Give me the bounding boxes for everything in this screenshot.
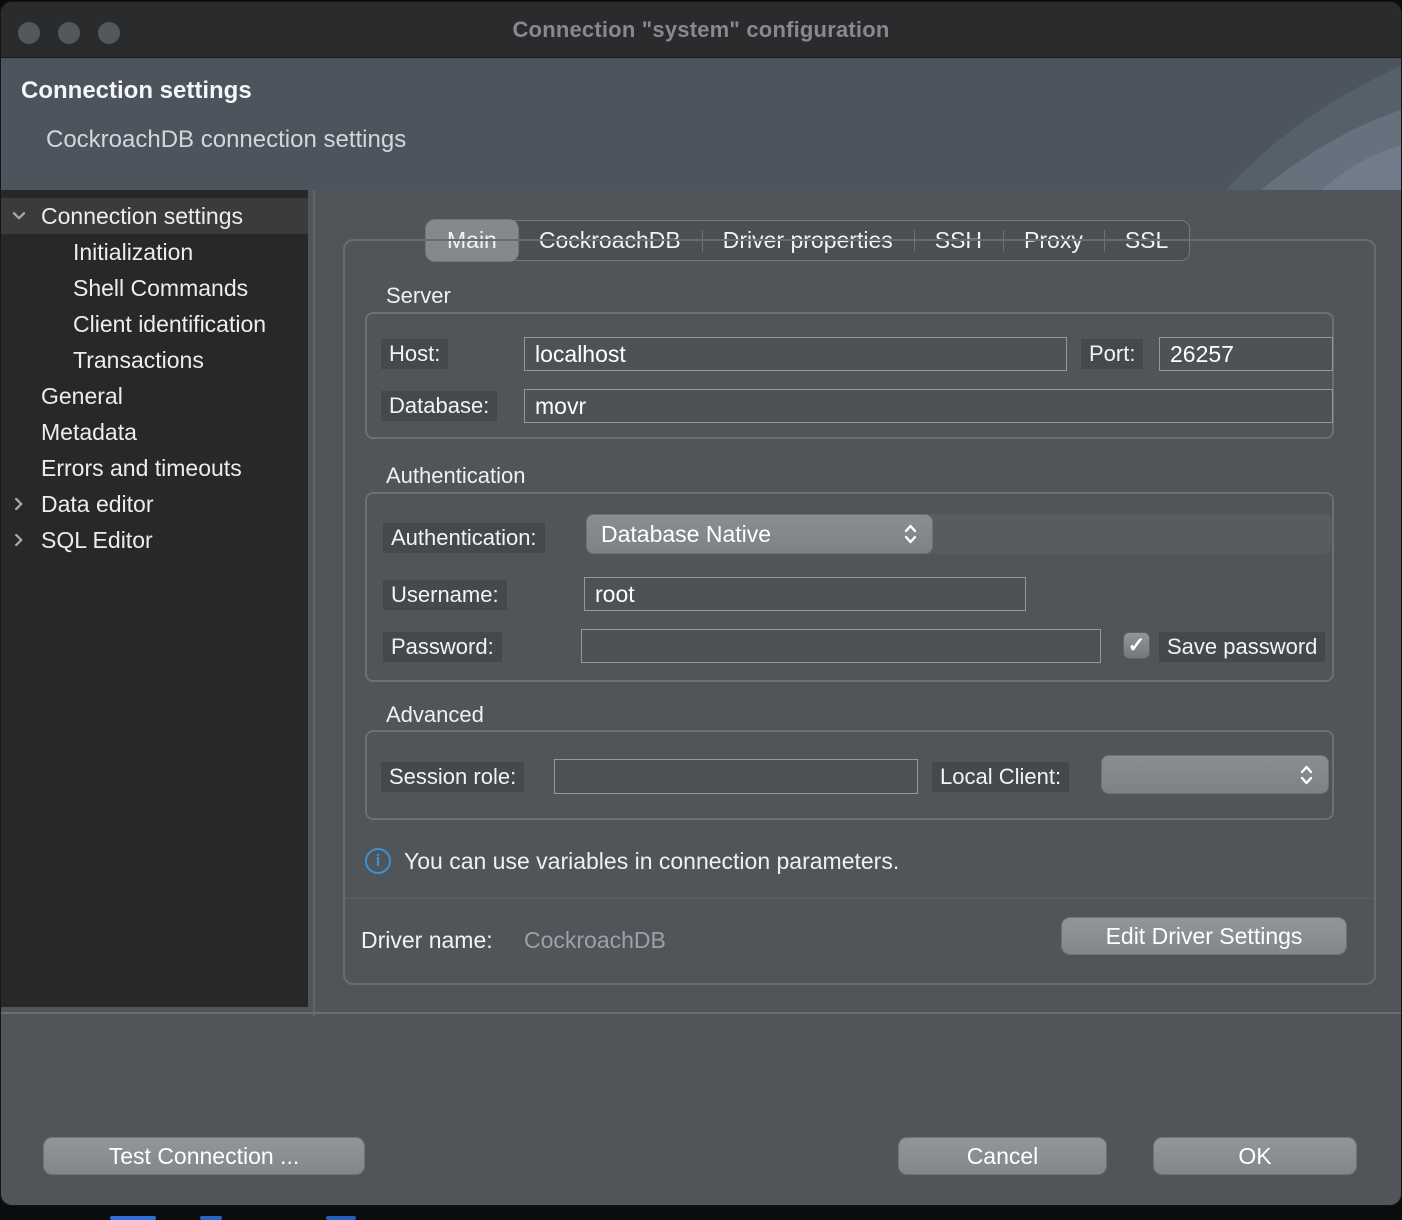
desktop-artifact [200,1216,222,1220]
chevron-down-icon[interactable] [9,206,29,226]
database-label: Database: [381,391,497,421]
driver-name-value: CockroachDB [524,927,666,954]
port-label: Port: [1081,339,1143,369]
dialog-window: Connection "system" configuration Connec… [1,2,1401,1205]
updown-chevron-icon [903,522,918,546]
host-input[interactable] [524,337,1067,371]
desktop-artifact [110,1216,156,1220]
local-client-select[interactable] [1101,755,1329,794]
password-label: Password: [383,632,502,662]
desktop-artifact [326,1216,356,1220]
footer-divider [1,1012,1401,1014]
sidebar-item-transactions[interactable]: Transactions [1,342,308,378]
edit-driver-settings-button[interactable]: Edit Driver Settings [1061,917,1347,955]
sidebar-item-data-editor[interactable]: Data editor [1,486,308,522]
sidebar-splitter[interactable] [313,190,315,1016]
save-password-checkbox[interactable]: ✓ [1123,632,1150,659]
chevron-right-icon[interactable] [9,530,29,550]
database-input[interactable] [524,389,1333,423]
server-group-label: Server [386,283,451,309]
authentication-select-value: Database Native [601,521,771,548]
save-password-label: Save password [1159,632,1325,662]
sidebar-item-client-identification[interactable]: Client identification [1,306,308,342]
ok-button[interactable]: OK [1153,1137,1357,1175]
sidebar-item-label: Metadata [1,419,137,446]
username-input[interactable] [584,577,1026,611]
authentication-label: Authentication: [383,523,545,553]
sidebar-item-label: General [1,383,123,410]
title-bar: Connection "system" configuration [1,2,1401,58]
info-icon: i [365,848,391,874]
authentication-group-label: Authentication [386,463,525,489]
test-connection-button[interactable]: Test Connection ... [43,1137,365,1175]
sidebar-item-metadata[interactable]: Metadata [1,414,308,450]
updown-chevron-icon [1299,763,1314,787]
sidebar-item-connection-settings[interactable]: Connection settings [1,198,308,234]
sidebar-item-sql-editor[interactable]: SQL Editor [1,522,308,558]
session-role-input[interactable] [554,759,918,794]
sidebar-item-label: Errors and timeouts [1,455,242,482]
sidebar-item-shell-commands[interactable]: Shell Commands [1,270,308,306]
sidebar-item-label: Connection settings [1,203,243,230]
decorative-swoosh [1226,58,1401,190]
driver-name-label: Driver name: [361,927,493,954]
sidebar-item-label: Initialization [1,239,193,266]
sidebar-item-errors-and-timeouts[interactable]: Errors and timeouts [1,450,308,486]
sidebar-item-label: Shell Commands [1,275,248,302]
settings-tree: Connection settings Initialization Shell C… [1,190,308,1007]
sidebar-item-initialization[interactable]: Initialization [1,234,308,270]
advanced-group-label: Advanced [386,702,484,728]
password-input[interactable] [581,629,1101,663]
sidebar-item-label: Transactions [1,347,204,374]
header-banner: Connection settings CockroachDB connecti… [1,58,1401,190]
driver-separator [344,898,1375,899]
authentication-select[interactable]: Database Native [586,514,933,554]
sidebar-item-general[interactable]: General [1,378,308,414]
sidebar-item-label: Client identification [1,311,266,338]
page-subtitle: CockroachDB connection settings [46,126,406,154]
port-input[interactable] [1159,337,1333,371]
host-label: Host: [381,339,448,369]
chevron-right-icon[interactable] [9,494,29,514]
save-password-label-clip: Save password [1159,632,1332,662]
window-title: Connection "system" configuration [1,17,1401,43]
page-title: Connection settings [21,77,252,105]
local-client-label: Local Client: [932,762,1069,792]
session-role-label: Session role: [381,762,524,792]
cancel-button[interactable]: Cancel [898,1137,1107,1175]
info-text: You can use variables in connection para… [404,848,899,875]
username-label: Username: [383,580,507,610]
